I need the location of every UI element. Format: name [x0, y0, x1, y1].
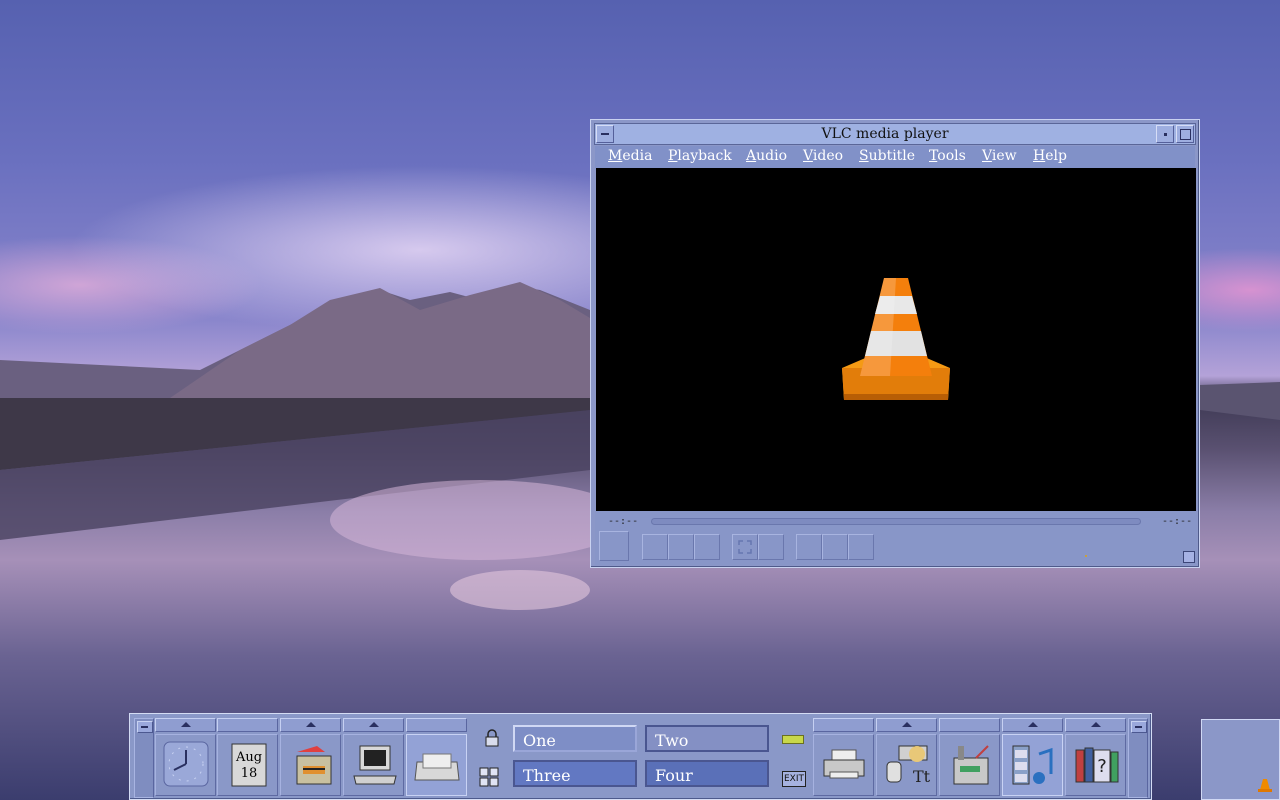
clock-subpanel-arrow[interactable]: [155, 718, 216, 732]
calendar-month: Aug: [235, 750, 262, 765]
lock-icon[interactable]: [484, 729, 500, 747]
media-player-icon: [1012, 745, 1053, 785]
workspace-four-button[interactable]: Four: [645, 760, 769, 787]
vlc-mini-cone-icon: [1258, 779, 1272, 792]
menu-playback[interactable]: Playback: [668, 148, 732, 164]
menu-media[interactable]: Media: [608, 148, 652, 164]
mailer-slot[interactable]: [406, 734, 467, 796]
workspace-one-button[interactable]: One: [513, 725, 637, 752]
panel-menu-button[interactable]: [137, 721, 153, 733]
controls-bar: --:-- --:--: [595, 511, 1197, 565]
svg-text:Tt: Tt: [913, 767, 931, 786]
style-manager-icon: Tt: [886, 745, 931, 786]
apps-subpanel-arrow[interactable]: [343, 718, 404, 732]
printer-icon: [823, 749, 865, 779]
file-manager-slot[interactable]: [280, 734, 341, 796]
time-elapsed: --:--: [608, 516, 639, 527]
help-manager-icon: ?: [1075, 747, 1119, 783]
apps-manager-subpanel-tab[interactable]: [939, 718, 1000, 732]
window-title: VLC media player: [821, 126, 949, 142]
svg-text:?: ?: [1097, 756, 1107, 777]
calendar-day: 18: [241, 766, 258, 781]
panel-handle-left[interactable]: [134, 718, 154, 798]
terminal-slot[interactable]: [343, 734, 404, 796]
workspace-three-button[interactable]: Three: [513, 760, 637, 787]
previous-button[interactable]: [642, 534, 668, 560]
app-manager-icon: [953, 745, 989, 785]
printer-subpanel-tab[interactable]: [813, 718, 874, 732]
volume-indicator[interactable]: [1085, 555, 1087, 557]
title-bar[interactable]: VLC media player: [594, 123, 1196, 145]
files-subpanel-arrow[interactable]: [280, 718, 341, 732]
vlc-window: VLC media player Media Playback Audio Vi…: [590, 119, 1200, 568]
next-button[interactable]: [694, 534, 720, 560]
workspace-two-button[interactable]: Two: [645, 725, 769, 752]
menu-subtitle[interactable]: Subtitle: [859, 148, 915, 164]
menu-view[interactable]: View: [982, 148, 1017, 164]
calendar-slot[interactable]: Aug 18: [217, 734, 278, 796]
fullscreen-button[interactable]: [732, 534, 758, 560]
style-manager-slot[interactable]: Tt: [876, 734, 937, 796]
loop-button[interactable]: [822, 534, 848, 560]
workspace-grid-icon[interactable]: [479, 767, 499, 787]
panel-minimize-button[interactable]: [1131, 721, 1147, 733]
menu-help[interactable]: Help: [1033, 148, 1067, 164]
file-manager-icon: [296, 746, 332, 785]
calendar-subpanel-tab[interactable]: [217, 718, 278, 732]
exit-button[interactable]: EXIT: [782, 771, 806, 787]
busy-indicator: [782, 735, 804, 744]
clock-slot[interactable]: [155, 734, 216, 796]
play-button[interactable]: [599, 531, 629, 561]
help-subpanel-arrow[interactable]: [1065, 718, 1126, 732]
calendar-icon: Aug 18: [231, 743, 267, 787]
media-subpanel-arrow[interactable]: [1002, 718, 1063, 732]
terminal-icon: [353, 745, 397, 785]
media-player-slot[interactable]: [1002, 734, 1063, 796]
extended-settings-button[interactable]: [758, 534, 784, 560]
menu-tools[interactable]: Tools: [929, 148, 966, 164]
minimize-button[interactable]: [1156, 125, 1174, 143]
time-total: --:--: [1162, 516, 1193, 527]
menu-bar: Media Playback Audio Video Subtitle Tool…: [595, 146, 1195, 168]
seek-slider[interactable]: [651, 518, 1141, 525]
playlist-button[interactable]: [796, 534, 822, 560]
stop-button[interactable]: [668, 534, 694, 560]
menu-video[interactable]: Video: [803, 148, 843, 164]
panel-handle-right[interactable]: [1128, 718, 1148, 798]
help-manager-slot[interactable]: ?: [1065, 734, 1126, 796]
front-panel: Aug 18 One Two Three Four EXIT Tt ?: [129, 713, 1152, 800]
app-manager-slot[interactable]: [939, 734, 1000, 796]
video-area[interactable]: [596, 168, 1196, 511]
mail-subpanel-tab[interactable]: [406, 718, 467, 732]
window-menu-button[interactable]: [596, 125, 614, 143]
fullscreen-icon: [738, 540, 752, 554]
minimized-vlc-icon[interactable]: [1201, 719, 1280, 800]
maximize-button[interactable]: [1176, 125, 1194, 143]
menu-audio[interactable]: Audio: [746, 148, 787, 164]
mailer-icon: [414, 753, 460, 781]
resize-grip[interactable]: [1183, 551, 1195, 563]
vlc-cone-icon: [842, 278, 950, 400]
printer-slot[interactable]: [813, 734, 874, 796]
style-subpanel-arrow[interactable]: [876, 718, 937, 732]
shuffle-button[interactable]: [848, 534, 874, 560]
clock-icon: [163, 741, 209, 787]
